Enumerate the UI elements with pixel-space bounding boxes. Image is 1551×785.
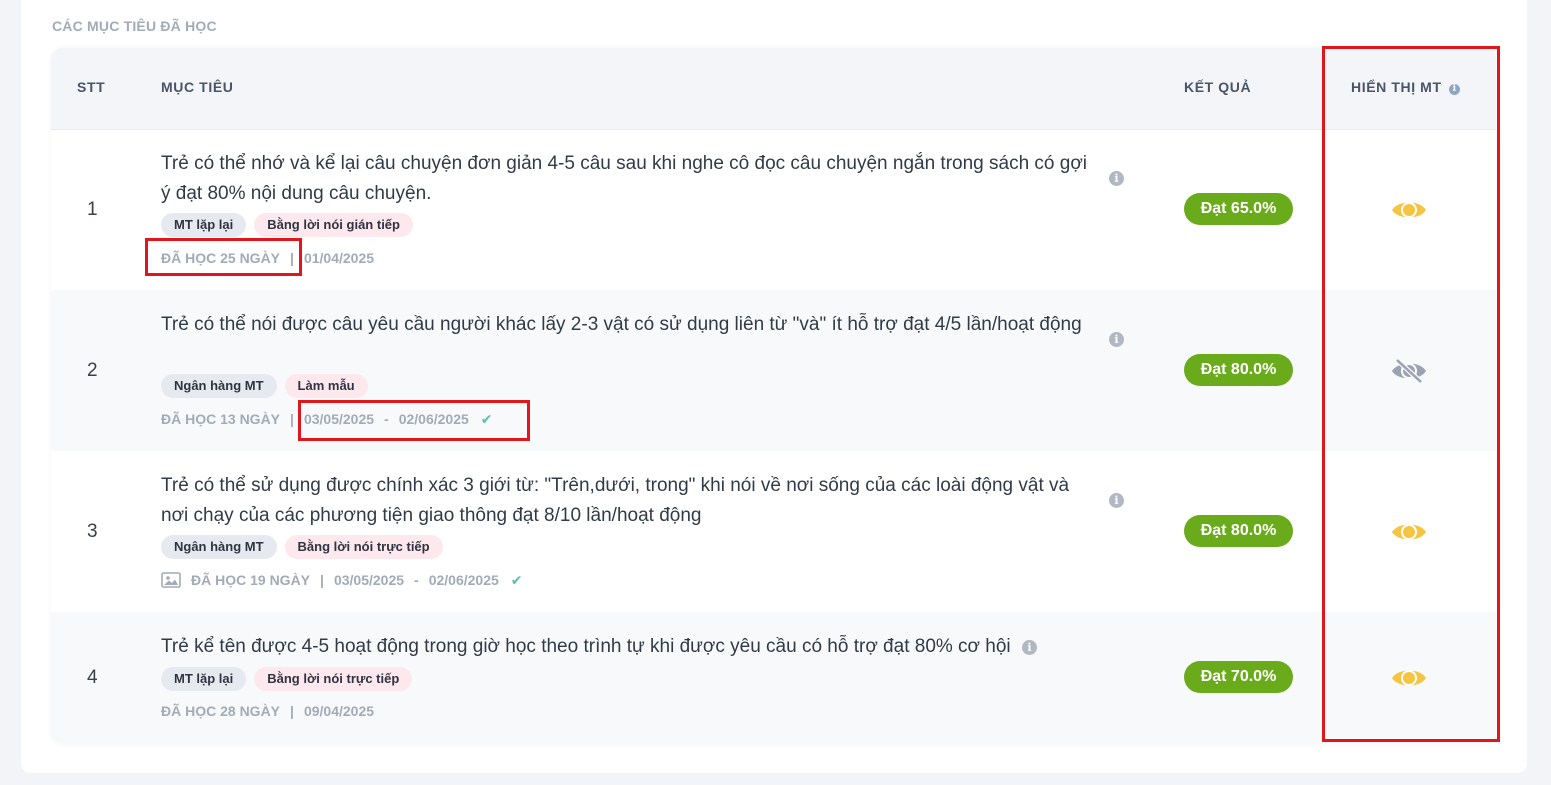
row-stt: 1 [87, 199, 98, 220]
section-title: CÁC MỤC TIÊU ĐÃ HỌC [52, 18, 217, 34]
date-start: 03/05/2025 [333, 572, 405, 588]
annotation-box-display-column [1322, 46, 1500, 742]
separator: | [290, 411, 294, 427]
goal-text: Trẻ có thể nói được câu yêu cầu người kh… [161, 314, 1082, 335]
goal-info-icon[interactable]: i [1109, 332, 1124, 347]
table-row: 4 Trẻ kể tên được 4-5 hoạt động trong gi… [51, 612, 1496, 744]
goal-info-icon[interactable]: i [1109, 171, 1124, 186]
result-badge: Đạt 70.0% [1184, 661, 1293, 693]
separator: | [320, 572, 324, 588]
table-row: 2 Trẻ có thể nói được câu yêu cầu người … [51, 290, 1496, 451]
goal-text: Trẻ có thể nhớ và kể lại câu chuyện đơn … [161, 153, 1088, 204]
date-end: 02/06/2025 [428, 572, 499, 588]
table-row: 3 Trẻ có thể sử dụng được chính xác 3 gi… [51, 451, 1496, 612]
goal-info-icon[interactable]: i [1021, 640, 1037, 655]
goal-info-icon[interactable]: i [1109, 493, 1124, 508]
date-dash: - [414, 572, 419, 588]
date-start: 01/04/2025 [303, 250, 375, 266]
goal-text-content: Trẻ kể tên được 4-5 hoạt động trong giờ … [161, 636, 1011, 657]
goals-table: STT MỤC TIÊU KẾT QUẢ HIỂN THỊ MT i 1 Trẻ… [51, 48, 1496, 744]
annotation-box-studied [145, 238, 302, 276]
goal-tags: Ngân hàng MT Bằng lời nói trực tiếp [161, 535, 443, 559]
check-icon: ✔ [510, 571, 523, 588]
tag: Bằng lời nói trực tiếp [284, 535, 443, 559]
annotation-box-dates [298, 400, 530, 441]
goal-tags: Ngân hàng MT Làm mẫu [161, 374, 368, 398]
header-result: KẾT QUẢ [1184, 79, 1252, 95]
tag: MT lặp lại [161, 667, 247, 691]
tag: Ngân hàng MT [161, 535, 277, 559]
row-stt: 2 [87, 360, 98, 381]
result-badge: Đạt 80.0% [1184, 515, 1293, 547]
goal-meta: ĐÃ HỌC 28 NGÀY | 09/04/2025 [161, 701, 374, 721]
goal-meta: ĐÃ HỌC 19 NGÀY | 03/05/2025 - 02/06/2025… [161, 570, 523, 590]
goal-tags: MT lặp lại Bằng lời nói trực tiếp [161, 667, 413, 691]
tag: Ngân hàng MT [161, 374, 277, 398]
tag: Làm mẫu [284, 374, 368, 398]
studied-days: ĐÃ HỌC 28 NGÀY [161, 703, 281, 719]
header-stt: STT [77, 79, 106, 95]
goal-text: Trẻ có thể sử dụng được chính xác 3 giới… [161, 475, 1070, 526]
row-stt: 4 [87, 667, 98, 688]
result-badge: Đạt 80.0% [1184, 354, 1293, 386]
goal-text: Trẻ kể tên được 4-5 hoạt động trong giờ … [161, 632, 1161, 662]
table-header: STT MỤC TIÊU KẾT QUẢ HIỂN THỊ MT i [51, 48, 1496, 130]
tag: MT lặp lại [161, 213, 247, 237]
studied-days: ĐÃ HỌC 13 NGÀY [161, 411, 281, 427]
row-stt: 3 [87, 521, 98, 542]
date-start: 09/04/2025 [303, 703, 375, 719]
studied-days: ĐÃ HỌC 19 NGÀY [191, 572, 311, 588]
separator: | [290, 703, 294, 719]
image-icon[interactable] [161, 572, 181, 588]
goal-tags: MT lặp lại Bằng lời nói gián tiếp [161, 213, 413, 237]
tag: Bằng lời nói trực tiếp [254, 667, 413, 691]
tag: Bằng lời nói gián tiếp [254, 213, 413, 237]
header-goal: MỤC TIÊU [161, 79, 234, 95]
result-badge: Đạt 65.0% [1184, 193, 1293, 225]
